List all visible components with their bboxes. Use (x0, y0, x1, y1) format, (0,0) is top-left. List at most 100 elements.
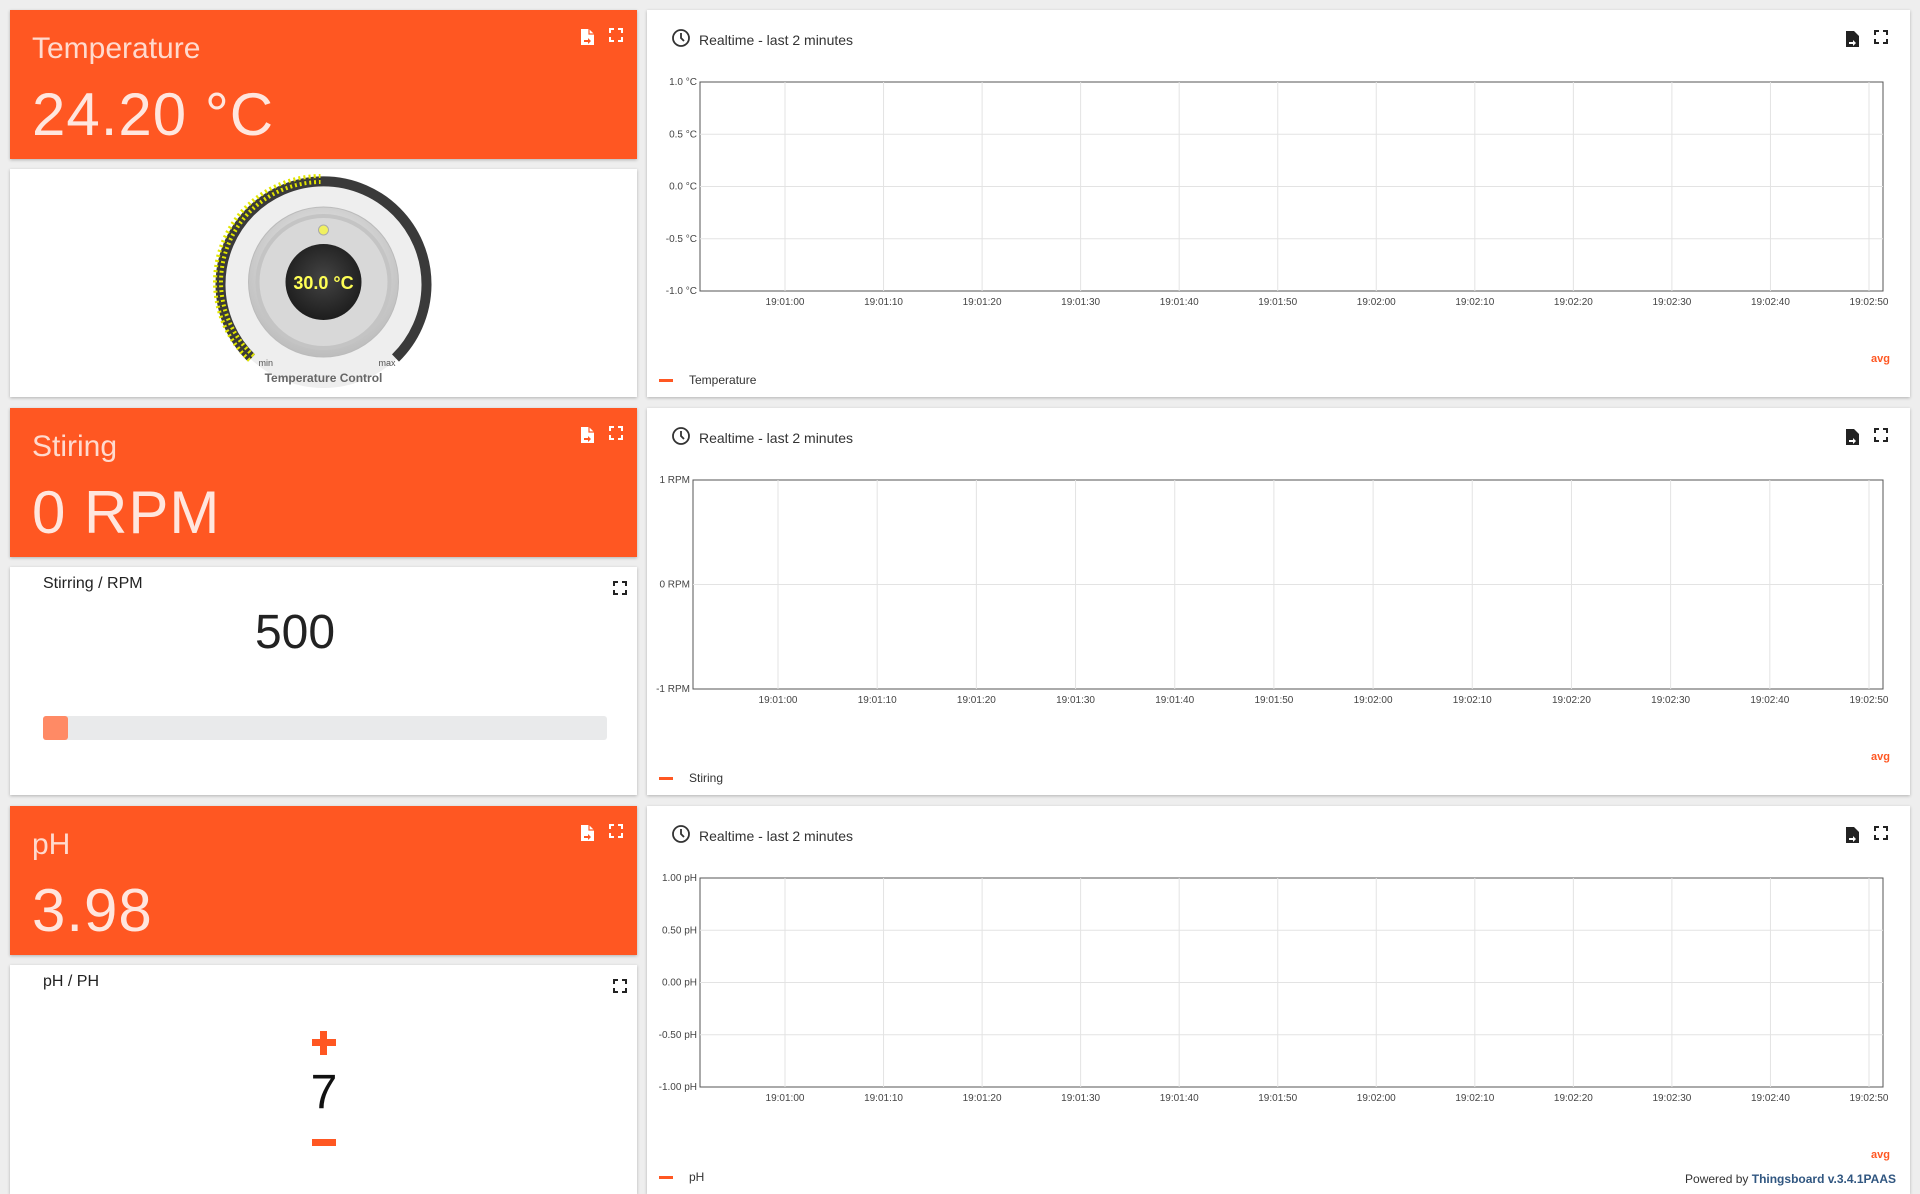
temperature-value-card: Temperature 24.20 °C (10, 10, 637, 159)
legend-label: Stiring (689, 771, 724, 785)
x-tick-label: 19:01:50 (1254, 695, 1293, 706)
x-tick-label: 19:01:50 (1258, 297, 1297, 308)
fullscreen-icon[interactable] (613, 581, 627, 600)
stiring-value-card: Stiring 0 RPM (10, 408, 637, 557)
export-file-icon[interactable] (579, 824, 595, 842)
increase-button[interactable] (310, 1029, 338, 1057)
stiring-chart: 1 RPM 0 RPM -1 RPM 19:01:00 19:01:10 19:01:20… (656, 475, 1889, 706)
y-tick-label: -1.00 pH (659, 1082, 697, 1093)
y-tick-label: 0.0 °C (669, 182, 697, 193)
x-tick-label: 19:01:20 (963, 297, 1002, 308)
x-tick-label: 19:02:40 (1750, 695, 1789, 706)
x-tick-label: 19:02:50 (1850, 695, 1889, 706)
avg-label: avg (1871, 1149, 1890, 1161)
temperature-knob-card: 30.0 °C min max Temperature Control (10, 169, 637, 397)
ph-stepper-card: pH / PH 7 (10, 965, 637, 1194)
x-tick-label: 19:02:30 (1652, 1093, 1691, 1104)
ph-chart: 1.00 pH 0.50 pH 0.00 pH -0.50 pH -1.00 pH 19:… (659, 873, 1889, 1104)
x-tick-label: 19:01:00 (766, 297, 805, 308)
stirring-slider[interactable] (43, 716, 607, 740)
y-tick-label: -1 RPM (656, 684, 690, 695)
stiring-card-title: Stiring (32, 430, 118, 463)
x-tick-label: 19:01:20 (957, 695, 996, 706)
export-file-icon[interactable] (1844, 826, 1860, 849)
knob-title: Temperature Control (265, 371, 383, 385)
x-tick-label: 19:02:50 (1850, 1093, 1889, 1104)
stiring-chart-card: Realtime - last 2 minutes 1 RPM 0 RPM -1 R… (647, 408, 1910, 795)
decrease-button[interactable] (310, 1139, 338, 1147)
fullscreen-icon[interactable] (1874, 428, 1888, 451)
fullscreen-icon[interactable] (1874, 30, 1888, 53)
y-tick-label: 1.0 °C (669, 77, 697, 88)
x-tick-label: 19:01:20 (963, 1093, 1002, 1104)
fullscreen-icon[interactable] (609, 28, 623, 46)
legend-swatch (659, 776, 673, 780)
stirring-value: 500 (254, 606, 336, 659)
knob-max-label: max (379, 358, 397, 368)
x-tick-label: 19:02:00 (1357, 297, 1396, 308)
powered-by-text: Powered by (1685, 1172, 1749, 1186)
stirring-slider-title: Stirring / RPM (43, 575, 143, 592)
x-tick-label: 19:02:10 (1453, 695, 1492, 706)
temperature-chart-card: Realtime - last 2 minutes 1.0 °C 0.5 °C 0.… (647, 10, 1910, 397)
fullscreen-icon[interactable] (613, 979, 627, 998)
x-tick-label: 19:02:30 (1651, 695, 1690, 706)
avg-label: avg (1871, 353, 1890, 365)
y-tick-label: 1 RPM (659, 475, 690, 486)
thingsboard-link[interactable]: Thingsboard v.3.4.1PAAS (1752, 1172, 1896, 1186)
chart-legend[interactable]: Temperature (659, 373, 756, 387)
x-tick-label: 19:02:00 (1354, 695, 1393, 706)
temperature-chart: 1.0 °C 0.5 °C 0.0 °C -0.5 °C -1.0 °C 19:01:00… (666, 77, 1889, 308)
export-file-icon[interactable] (579, 28, 595, 46)
export-file-icon[interactable] (1844, 30, 1860, 53)
chart-legend[interactable]: Stiring (659, 771, 723, 785)
slider-fill[interactable] (43, 716, 69, 740)
y-tick-label: 0.50 pH (662, 925, 697, 936)
temperature-card-value: 24.20 °C (32, 81, 275, 148)
export-file-icon[interactable] (1844, 428, 1860, 451)
x-tick-label: 19:01:30 (1061, 1093, 1100, 1104)
fullscreen-icon[interactable] (1874, 826, 1888, 849)
fullscreen-icon[interactable] (609, 426, 623, 444)
legend-swatch (659, 1175, 673, 1179)
y-tick-label: -0.5 °C (666, 234, 697, 245)
x-tick-label: 19:01:00 (759, 695, 798, 706)
temperature-knob-value: 30.0 °C (293, 273, 353, 293)
x-tick-label: 19:02:30 (1652, 297, 1691, 308)
x-tick-label: 19:02:40 (1751, 297, 1790, 308)
y-tick-label: -1.0 °C (666, 286, 697, 297)
chart-header-text: Realtime - last 2 minutes (699, 429, 854, 446)
x-tick-label: 19:02:20 (1554, 297, 1593, 308)
y-tick-label: -0.50 pH (659, 1030, 697, 1041)
ph-card-value: 3.98 (32, 877, 153, 944)
ph-chart-card: Realtime - last 2 minutes 1.00 pH 0.50 pH… (647, 806, 1910, 1194)
y-tick-label: 0.00 pH (662, 978, 697, 989)
chart-legend[interactable]: pH (659, 1170, 704, 1184)
clock-icon[interactable] (671, 28, 691, 51)
ph-value-card: pH 3.98 (10, 806, 637, 955)
x-tick-label: 19:02:10 (1455, 1093, 1494, 1104)
x-tick-label: 19:01:40 (1160, 1093, 1199, 1104)
temperature-knob[interactable]: 30.0 °C min max Temperature Control (10, 169, 638, 397)
clock-icon[interactable] (671, 824, 691, 847)
x-tick-label: 19:02:10 (1455, 297, 1494, 308)
clock-icon[interactable] (671, 426, 691, 449)
footer: Powered by Thingsboard v.3.4.1PAAS (1685, 1172, 1896, 1186)
x-tick-label: 19:01:10 (864, 297, 903, 308)
x-tick-label: 19:02:40 (1751, 1093, 1790, 1104)
legend-swatch (659, 378, 673, 382)
fullscreen-icon[interactable] (609, 824, 623, 842)
knob-min-label: min (259, 358, 274, 368)
x-tick-label: 19:01:10 (858, 695, 897, 706)
chart-header-text: Realtime - last 2 minutes (699, 31, 854, 48)
x-tick-label: 19:01:00 (766, 1093, 805, 1104)
legend-label: Temperature (689, 373, 757, 387)
ph-stepper-title: pH / PH (43, 973, 100, 990)
x-tick-label: 19:02:20 (1554, 1093, 1593, 1104)
avg-label: avg (1871, 751, 1890, 763)
x-tick-label: 19:01:50 (1258, 1093, 1297, 1104)
export-file-icon[interactable] (579, 426, 595, 444)
x-tick-label: 19:01:30 (1061, 297, 1100, 308)
x-tick-label: 19:02:50 (1850, 297, 1889, 308)
temperature-card-title: Temperature (32, 32, 201, 65)
